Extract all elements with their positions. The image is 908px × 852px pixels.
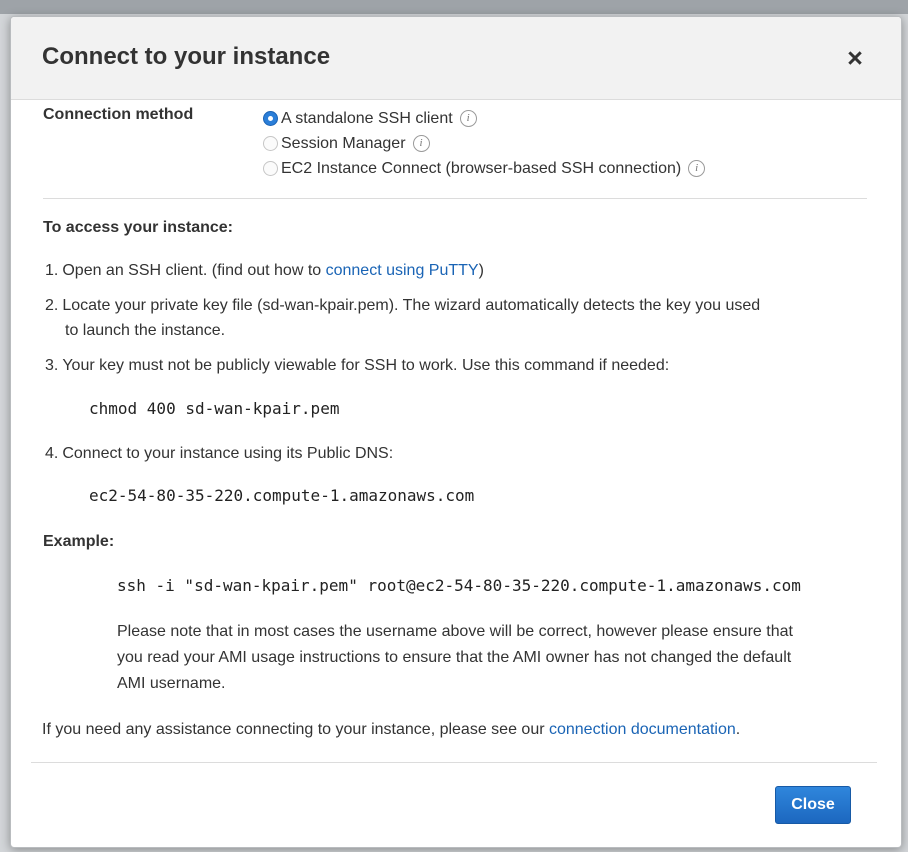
info-icon[interactable]: i [688, 160, 706, 177]
chmod-command: chmod 400 sd-wan-kpair.pem [89, 399, 340, 418]
step-text: Open an SSH client. (find out how to [62, 262, 326, 279]
note-line: AMI username. [117, 675, 226, 692]
note-line: Please note that in most cases the usern… [117, 623, 793, 640]
putty-link[interactable]: connect using PuTTY [326, 262, 479, 279]
step-number: 3. [45, 357, 59, 374]
connection-method-label: Connection method [43, 106, 194, 123]
step-number: 4. [45, 445, 59, 462]
step-1: 1. Open an SSH client. (find out how to c… [45, 258, 845, 283]
step-2: 2. Locate your private key file (sd-wan-k… [45, 293, 845, 343]
radio-ec2-instance-connect[interactable] [263, 161, 278, 176]
option-session-manager[interactable]: Session Manager i [263, 131, 705, 156]
info-icon[interactable]: i [459, 110, 477, 127]
info-icon[interactable]: i [412, 135, 430, 152]
username-note: Please note that in most cases the usern… [117, 619, 877, 697]
step-text-cont: to launch the instance. [65, 322, 226, 339]
section-divider [43, 198, 867, 199]
connection-documentation-link[interactable]: connection documentation [549, 721, 736, 738]
close-button[interactable]: Close [775, 786, 851, 824]
connection-method-row: Connection method A standalone SSH clien… [43, 106, 883, 186]
close-icon[interactable]: × [843, 45, 867, 72]
access-heading: To access your instance: [43, 219, 233, 236]
option-label: EC2 Instance Connect (browser-based SSH … [281, 159, 682, 177]
step-number: 2. [45, 297, 59, 314]
connect-dialog: Connect to your instance × Connection me… [10, 16, 902, 848]
step-text: Connect to your instance using its Publi… [62, 445, 394, 462]
step-4: 4. Connect to your instance using its Pub… [45, 441, 845, 466]
option-standalone-ssh[interactable]: A standalone SSH client i [263, 106, 705, 131]
option-ec2-instance-connect[interactable]: EC2 Instance Connect (browser-based SSH … [263, 156, 706, 181]
footer-divider [31, 762, 877, 763]
step-text: Your key must not be publicly viewable f… [62, 357, 670, 374]
assistance-text: If you need any assistance connecting to… [42, 717, 842, 742]
option-label: A standalone SSH client [281, 109, 453, 127]
public-dns: ec2-54-80-35-220.compute-1.amazonaws.com [89, 486, 475, 505]
example-heading: Example: [43, 533, 115, 550]
note-line: you read your AMI usage instructions to … [117, 649, 792, 666]
assistance-end: . [735, 721, 741, 738]
step-text: Locate your private key file (sd-wan-kpa… [62, 297, 761, 314]
dialog-title: Connect to your instance [42, 43, 331, 70]
connection-method-options: A standalone SSH client i Session Manage… [263, 106, 706, 181]
option-label: Session Manager [281, 134, 406, 152]
radio-session-manager[interactable] [263, 136, 278, 151]
step-number: 1. [45, 262, 59, 279]
ssh-example-command: ssh -i "sd-wan-kpair.pem" root@ec2-54-80… [117, 576, 801, 595]
step-text-end: ) [478, 262, 484, 279]
assistance-lead: If you need any assistance connecting to… [42, 721, 549, 738]
dialog-header: Connect to your instance × [11, 17, 901, 100]
step-3: 3. Your key must not be publicly viewable… [45, 353, 845, 378]
radio-standalone-ssh[interactable] [263, 111, 278, 126]
